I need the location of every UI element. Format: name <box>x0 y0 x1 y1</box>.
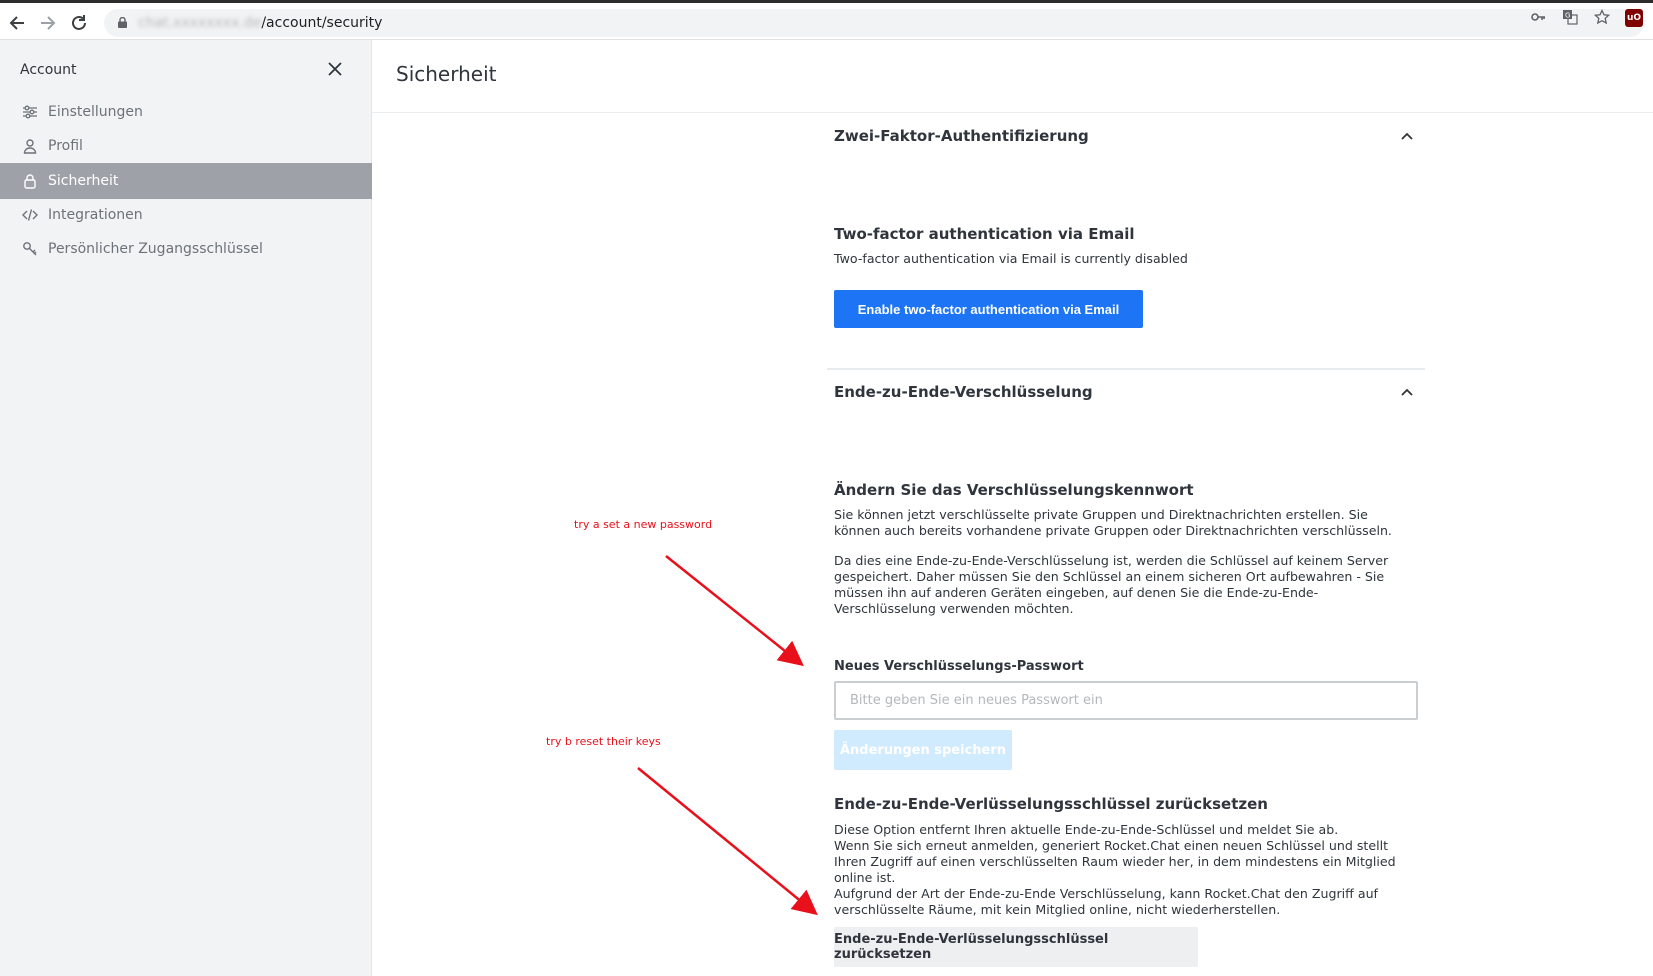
ublock-icon[interactable]: uO <box>1625 9 1643 27</box>
change-password-desc-1: Sie können jetzt verschlüsselte private … <box>834 507 1392 538</box>
sidebar-item-label: Einstellungen <box>48 104 143 120</box>
chevron-up-icon[interactable] <box>1399 129 1415 145</box>
browser-toolbar: chat.xxxxxxxx.de/account/security G uO <box>0 0 1653 40</box>
translate-icon[interactable]: G <box>1561 9 1579 27</box>
section-divider <box>827 368 1425 370</box>
reload-icon[interactable] <box>68 12 90 34</box>
lock-icon <box>118 17 127 28</box>
svg-text:G: G <box>1565 12 1570 20</box>
page-title: Sicherheit <box>396 62 497 86</box>
header-divider <box>372 112 1653 113</box>
sidebar-item-label: Integrationen <box>48 207 143 223</box>
back-arrow-icon[interactable] <box>6 12 28 34</box>
account-sidebar: Account Einstellungen Profil Sicherheit … <box>0 40 372 976</box>
reset-keys-desc: Diese Option entfernt Ihren aktuelle End… <box>834 822 1396 917</box>
lock-icon <box>20 173 40 189</box>
chevron-up-icon[interactable] <box>1399 385 1415 401</box>
twofa-email-title: Two-factor authentication via Email <box>834 225 1135 243</box>
main-content: Sicherheit Zwei-Faktor-Authentifizierung… <box>372 40 1653 976</box>
encryption-password-input[interactable] <box>834 681 1418 720</box>
reset-keys-title: Ende-zu-Ende-Verlüsselungsschlüssel zurü… <box>834 795 1268 813</box>
reset-e2e-keys-button[interactable]: Ende-zu-Ende-Verlüsselungsschlüssel zurü… <box>834 927 1198 967</box>
save-changes-button[interactable]: Änderungen speichern <box>834 730 1012 770</box>
annotation-note-2: try b reset their keys <box>546 735 661 748</box>
annotation-note-1: try a set a new password <box>574 518 713 531</box>
sidebar-item-sicherheit[interactable]: Sicherheit <box>0 163 372 199</box>
sidebar-item-label: Persönlicher Zugangsschlüssel <box>48 241 263 257</box>
twofa-email-status: Two-factor authentication via Email is c… <box>834 251 1188 266</box>
change-password-desc-2: Da dies eine Ende-zu-Ende-Verschlüsselun… <box>834 553 1389 616</box>
star-icon[interactable] <box>1593 8 1611 27</box>
forward-arrow-icon[interactable] <box>37 12 59 34</box>
sidebar-item-label: Profil <box>48 138 83 154</box>
sliders-icon <box>20 104 40 120</box>
close-icon[interactable] <box>324 58 346 80</box>
sidebar-item-profil[interactable]: Profil <box>0 128 372 164</box>
key-icon[interactable] <box>1529 9 1547 27</box>
twofa-section-title[interactable]: Zwei-Faktor-Authentifizierung <box>834 127 1089 145</box>
address-bar[interactable]: chat.xxxxxxxx.de/account/security <box>104 9 1644 37</box>
url-text: chat.xxxxxxxx.de/account/security <box>138 15 383 31</box>
key-icon <box>20 241 40 257</box>
sidebar-item-zugangsschluessel[interactable]: Persönlicher Zugangsschlüssel <box>0 231 372 267</box>
sidebar-title: Account <box>20 62 77 78</box>
password-field-label: Neues Verschlüsselungs-Passwort <box>834 659 1084 674</box>
e2e-section-title[interactable]: Ende-zu-Ende-Verschlüsselung <box>834 383 1093 401</box>
change-password-title: Ändern Sie das Verschlüsselungskennwort <box>834 481 1194 499</box>
sidebar-item-integrationen[interactable]: Integrationen <box>0 197 372 233</box>
code-icon <box>20 207 40 223</box>
enable-twofa-email-button[interactable]: Enable two-factor authentication via Ema… <box>834 290 1143 328</box>
user-icon <box>20 138 40 154</box>
sidebar-item-einstellungen[interactable]: Einstellungen <box>0 94 372 130</box>
sidebar-item-label: Sicherheit <box>48 173 119 189</box>
